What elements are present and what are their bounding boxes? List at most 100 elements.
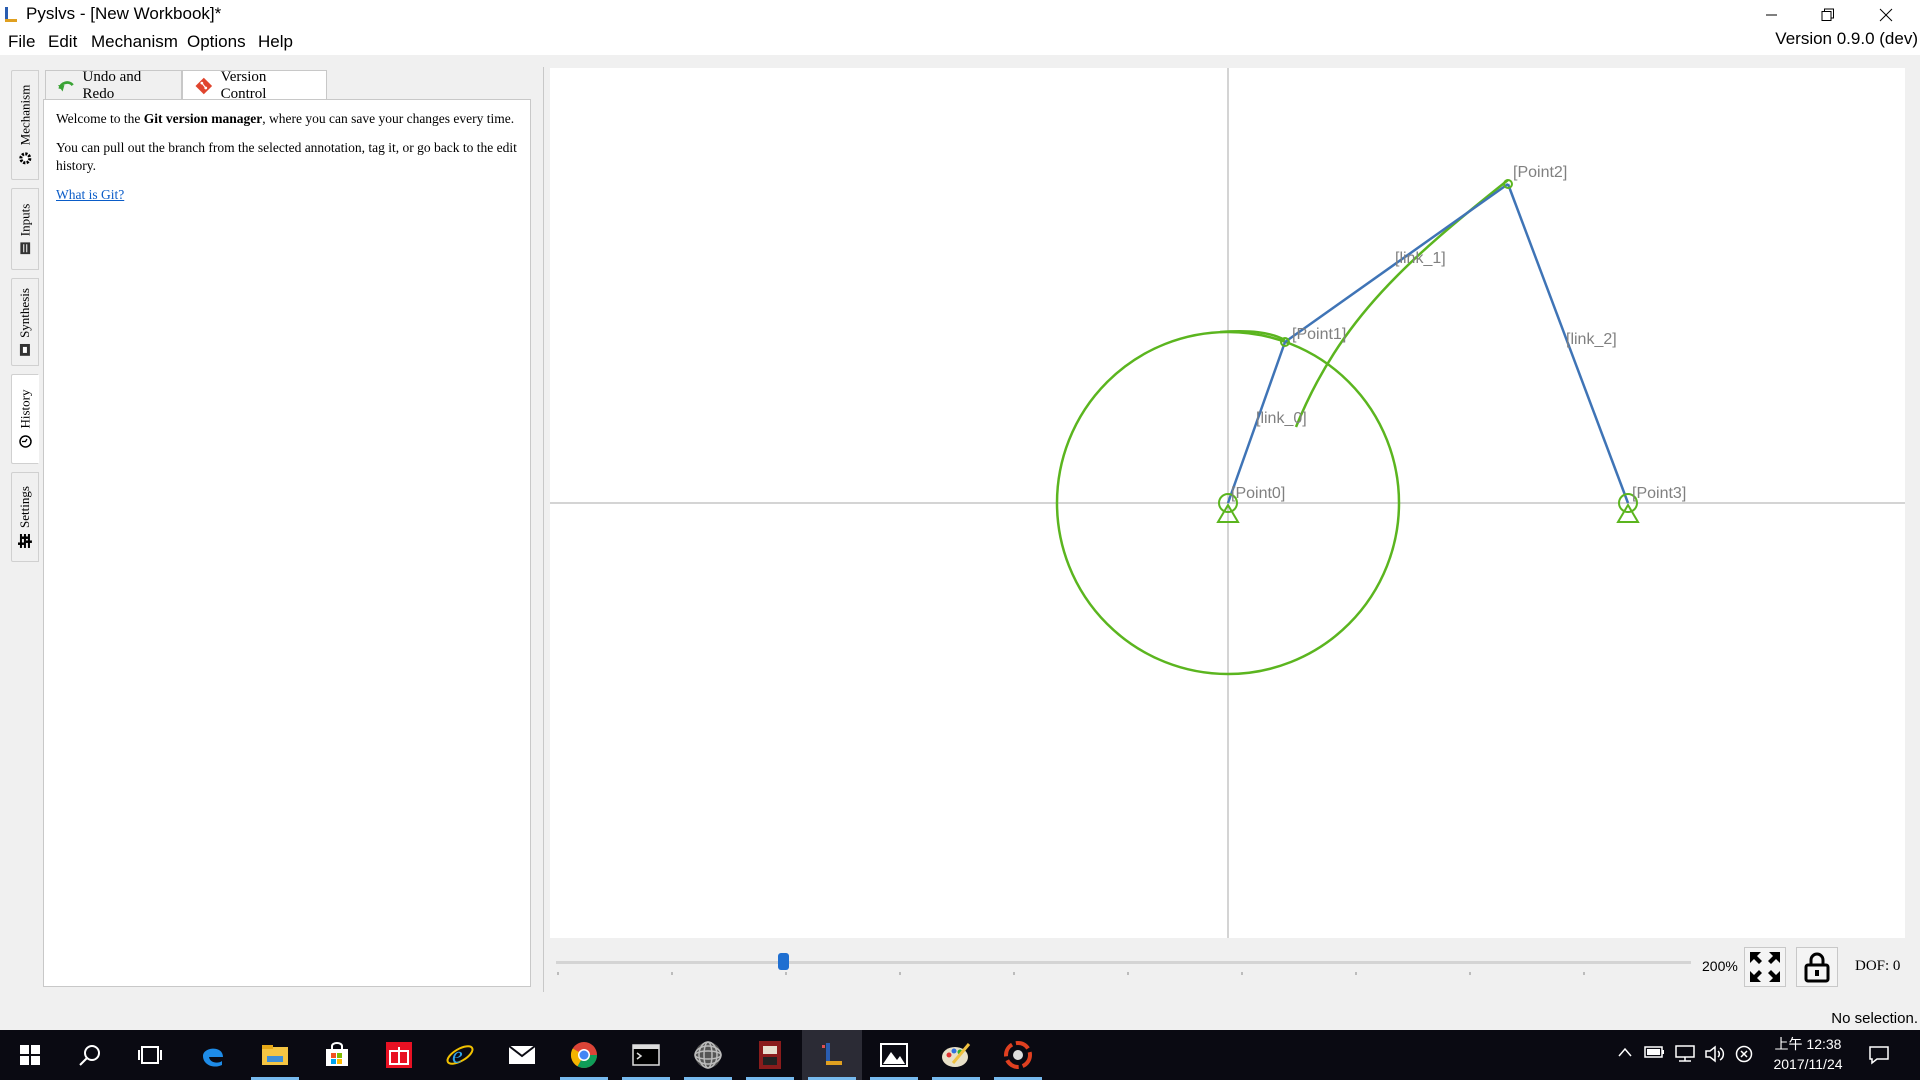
taskbar-chrome[interactable] <box>554 1030 614 1080</box>
taskbar-gift[interactable] <box>369 1030 429 1080</box>
welcome-prefix: Welcome to the <box>56 111 144 126</box>
menu-file[interactable]: File <box>8 32 35 52</box>
side-tab-history[interactable]: History <box>11 374 39 464</box>
taskbar-file-explorer[interactable] <box>245 1030 305 1080</box>
point2-label: [Point2] <box>1513 164 1567 181</box>
edge-icon <box>203 1048 223 1067</box>
point2-path <box>1294 179 1509 428</box>
search-icon <box>79 1045 100 1066</box>
mail-icon <box>508 1045 536 1064</box>
mechanism-canvas[interactable]: [Point0] [Point1] [Point2] [Point3] [lin… <box>550 68 1905 938</box>
taskbar-ie[interactable]: e <box>430 1030 490 1080</box>
game-app-icon <box>759 1041 781 1069</box>
tray-close-circle-icon[interactable] <box>1735 1045 1753 1067</box>
paint-icon <box>942 1043 971 1067</box>
close-icon <box>1879 8 1893 21</box>
taskbar: e <box>0 1030 1920 1080</box>
menu-help[interactable]: Help <box>258 32 293 52</box>
menu-options[interactable]: Options <box>187 32 246 52</box>
camera-app-icon <box>1004 1041 1032 1069</box>
menu-mechanism[interactable]: Mechanism <box>91 32 178 52</box>
side-tab-label: Inputs <box>17 203 32 237</box>
terminal-icon <box>632 1044 660 1066</box>
clock-time: 上午 12:38 <box>1774 1036 1842 1052</box>
welcome-suffix: , where you can save your changes every … <box>262 111 515 126</box>
tab-label: Undo and Redo <box>82 68 142 102</box>
pull-paragraph: You can pull out the branch from the sel… <box>56 140 517 173</box>
point3-label: [Point3] <box>1632 485 1686 502</box>
version-label: Version 0.9.0 (dev) <box>1775 29 1918 48</box>
battery-icon[interactable] <box>1644 1045 1666 1063</box>
rotation-slider[interactable] <box>550 948 1700 978</box>
pyslvs-app-icon <box>5 7 17 22</box>
link2-label: [link_2] <box>1566 331 1617 348</box>
side-tab-mechanism[interactable]: Mechanism <box>11 70 39 180</box>
restore-button[interactable] <box>1800 0 1856 29</box>
taskbar-mail[interactable] <box>492 1030 552 1080</box>
taskbar-pyslvs[interactable] <box>802 1030 862 1080</box>
ie-icon: e <box>446 1043 474 1069</box>
side-tab-label: Settings <box>17 486 32 528</box>
notification-icon[interactable] <box>1868 1045 1890 1069</box>
zoom-level: 200% <box>1702 958 1738 974</box>
link1-label: [link_1] <box>1395 250 1446 267</box>
welcome-paragraph: Welcome to the Git version manager, wher… <box>56 110 518 128</box>
taskbar-edge[interactable] <box>183 1030 243 1080</box>
what-is-git-link[interactable]: What is Git? <box>56 187 124 202</box>
side-tab-synthesis[interactable]: Synthesis <box>11 278 39 366</box>
side-tab-label: Synthesis <box>17 288 32 338</box>
side-tab-settings[interactable]: Settings <box>11 472 39 562</box>
taskbar-clock[interactable]: 上午 12:38 2017/11/24 <box>1764 1034 1852 1074</box>
lock-button[interactable] <box>1796 947 1838 987</box>
sliders-icon <box>18 533 32 548</box>
minimize-icon <box>1766 14 1777 15</box>
clock-date: 2017/11/24 <box>1773 1056 1843 1072</box>
tab-undo-redo[interactable]: Undo and Redo <box>45 68 182 102</box>
slider-handle[interactable] <box>778 953 789 970</box>
menu-bar: File Edit Mechanism Options Help Version… <box>0 29 1920 55</box>
canvas-svg[interactable]: [Point0] [Point1] [Point2] [Point3] [lin… <box>550 68 1905 938</box>
task-view-icon <box>138 1046 162 1064</box>
taskbar-store[interactable] <box>307 1030 367 1080</box>
taskbar-photos[interactable] <box>864 1030 924 1080</box>
fit-screen-button[interactable] <box>1744 947 1786 987</box>
status-text: No selection. <box>1831 1010 1918 1027</box>
version-control-content: Welcome to the Git version manager, wher… <box>43 99 531 987</box>
sphere-app-icon <box>694 1041 722 1069</box>
window-title: Pyslvs - [New Workbook]* <box>26 4 222 23</box>
slider-ticks <box>557 972 1585 975</box>
taskbar-search[interactable] <box>60 1030 120 1080</box>
side-tab-bar: Mechanism Inputs Synthesis History Setti… <box>11 70 41 570</box>
lock-icon <box>1804 952 1830 983</box>
slider-track <box>556 961 1691 964</box>
welcome-bold: Git version manager <box>143 111 263 126</box>
menu-edit[interactable]: Edit <box>48 32 77 52</box>
point0-label: [Point0] <box>1231 485 1285 502</box>
start-button[interactable] <box>0 1030 60 1080</box>
side-tab-inputs[interactable]: Inputs <box>11 188 39 270</box>
taskbar-paint[interactable] <box>926 1030 986 1080</box>
taskbar-sphere-app[interactable] <box>678 1030 738 1080</box>
minimize-button[interactable] <box>1744 0 1800 29</box>
chrome-icon <box>570 1042 598 1069</box>
point1-label: [Point1] <box>1292 326 1346 343</box>
taskbar-terminal[interactable] <box>616 1030 676 1080</box>
history-panel: Undo and Redo Version Control Welcome to… <box>40 67 536 992</box>
side-tab-label: History <box>17 389 32 429</box>
dof-label: DOF: 0 <box>1855 958 1901 974</box>
volume-icon[interactable] <box>1704 1045 1726 1067</box>
tray-chevron-up-icon[interactable] <box>1617 1045 1633 1062</box>
svg-text:e: e <box>452 1043 463 1069</box>
taskbar-game-app[interactable] <box>740 1030 800 1080</box>
tab-version-control[interactable]: Version Control <box>182 69 327 102</box>
network-icon[interactable] <box>1674 1045 1696 1067</box>
status-bar: No selection. <box>0 1010 1920 1030</box>
taskbar-camera-app[interactable] <box>988 1030 1048 1080</box>
panel-splitter[interactable] <box>543 67 547 992</box>
close-button[interactable] <box>1858 0 1914 29</box>
photos-icon <box>880 1043 908 1067</box>
task-view-button[interactable] <box>120 1030 180 1080</box>
title-bar: Pyslvs - [New Workbook]* <box>0 0 1920 29</box>
file-explorer-icon <box>262 1045 288 1065</box>
undo-icon <box>58 80 74 92</box>
